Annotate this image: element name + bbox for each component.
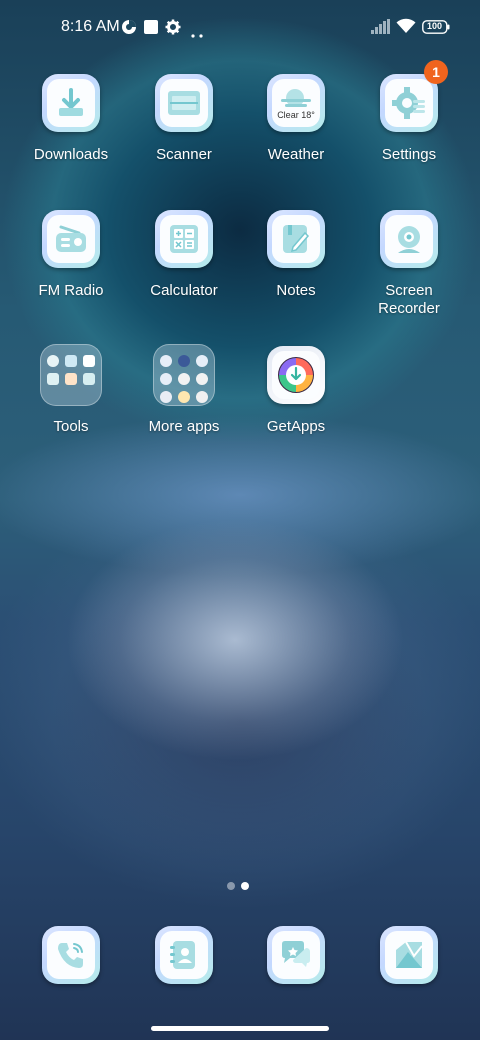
app-label: FM Radio [38,282,104,299]
battery-level: 100 [426,21,443,31]
weather-icon: Clear 18° [272,79,320,127]
app-label: Scanner [156,146,212,163]
app-label: GetApps [266,418,326,435]
app-screen-recorder[interactable]: Screen Recorder [353,210,465,318]
app-label: Calculator [150,282,218,299]
weather-sublabel: Clear 18° [277,109,315,120]
notification-badge: 1 [424,60,448,84]
contacts-icon [160,931,208,979]
gear-icon [165,19,181,40]
screen-recorder-icon [385,215,433,263]
dock-messaging[interactable] [240,926,352,984]
status-time: 8:16 AM [61,18,120,35]
app-label: Notes [276,282,316,299]
battery-icon: 100 [422,20,450,39]
data-saver-icon [121,19,137,40]
app-getapps[interactable]: GetApps [240,346,352,436]
dock-contacts[interactable] [128,926,240,984]
gallery-icon [385,931,433,979]
phone-icon [47,931,95,979]
folder-icon [153,344,215,406]
app-label: Tools [53,418,89,435]
app-label: Downloads [33,146,109,163]
settings-icon [385,79,433,127]
signal-icon [371,19,391,39]
more-dots-icon [191,25,205,43]
notes-icon [272,215,320,263]
dock-gallery[interactable] [353,926,465,984]
app-calculator[interactable]: Calculator [128,210,240,300]
app-label: Weather [267,146,325,163]
app-label: Settings [381,146,437,163]
page-indicator[interactable] [227,877,255,895]
calculator-icon [160,215,208,263]
getapps-icon [272,351,320,399]
app-scanner[interactable]: Scanner [128,74,240,164]
square-notification-icon [143,19,159,40]
page-dot-2[interactable] [241,882,249,890]
app-label: More apps [148,418,220,435]
wifi-icon [396,18,416,39]
app-downloads[interactable]: Downloads [15,74,127,164]
status-bar: 8:16 AM 100 [0,0,480,56]
home-indicator[interactable] [151,1026,329,1031]
app-notes[interactable]: Notes [240,210,352,300]
app-settings[interactable]: 1 Settings [353,60,465,164]
app-fm-radio[interactable]: FM Radio [15,210,127,300]
app-label: Screen Recorder [378,282,440,317]
app-tools-folder[interactable]: Tools [15,344,127,436]
page-dot-1[interactable] [227,882,235,890]
dock-phone[interactable] [15,926,127,984]
scanner-icon [160,79,208,127]
app-more-apps-folder[interactable]: More apps [128,344,240,436]
radio-icon [47,215,95,263]
folder-icon [40,344,102,406]
app-weather[interactable]: Clear 18° Weather [240,74,352,164]
messaging-icon [272,931,320,979]
download-icon [47,79,95,127]
